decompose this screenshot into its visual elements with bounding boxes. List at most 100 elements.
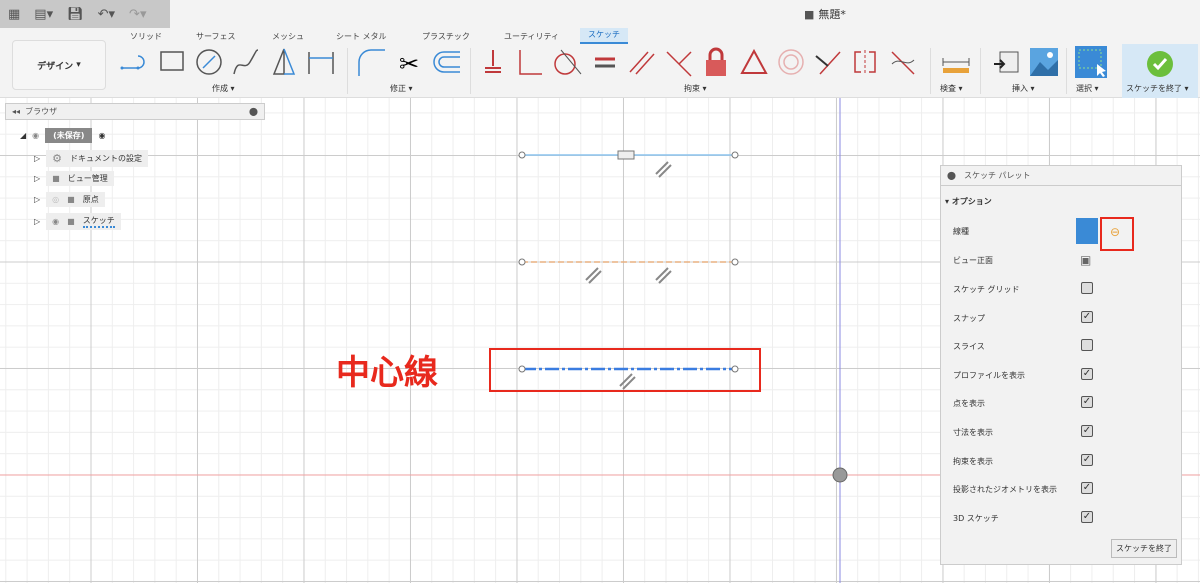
horizontal-constraint-icon (617, 150, 635, 160)
svg-text:✂: ✂ (399, 50, 419, 78)
coincident-icon[interactable] (663, 46, 695, 78)
midpoint-icon[interactable] (812, 46, 844, 78)
eye-icon[interactable]: ◉ (32, 131, 39, 140)
file-menu-icon[interactable]: ▤▾ (34, 7, 53, 22)
option-label: スケッチ グリッド (953, 285, 1020, 294)
symmetry-icon[interactable] (849, 46, 881, 78)
modify-menu[interactable]: 修正 ▾ (390, 83, 413, 94)
dimension-icon[interactable] (305, 46, 337, 78)
minimize-icon[interactable]: ⬤ (249, 107, 258, 116)
tab-sketch[interactable]: スケッチ (580, 28, 628, 44)
browser-item[interactable]: ▷ ⚙ ドキュメントの設定 (34, 150, 149, 167)
look-at-label: ビュー正面 (953, 256, 993, 265)
offset-icon[interactable] (430, 46, 462, 78)
apps-grid-icon[interactable]: ▦ (8, 7, 20, 22)
triangle-icon[interactable] (738, 46, 770, 78)
annotation-label: 中心線 (336, 353, 438, 393)
expand-icon[interactable]: ▷ (34, 217, 40, 226)
option-label: スライス (953, 342, 985, 352)
circle-icon[interactable] (193, 46, 225, 78)
select-menu[interactable]: 選択 ▾ (1076, 83, 1099, 94)
curvature-icon[interactable] (886, 46, 918, 78)
polygon-icon[interactable] (268, 46, 300, 78)
parallel-icon[interactable] (626, 46, 658, 78)
expand-icon[interactable]: ▷ (34, 174, 40, 183)
insert-image-icon[interactable] (1028, 46, 1060, 78)
eye-hidden-icon[interactable]: ◎ (52, 195, 59, 204)
workspace-dropdown[interactable]: デザイン ▾ (12, 40, 106, 90)
eye-icon[interactable]: ◉ (52, 217, 59, 226)
insert-derive-icon[interactable] (990, 46, 1022, 78)
checkmark-icon (1147, 51, 1173, 77)
option-label: 投影されたジオメトリを表示 (953, 485, 1057, 495)
option-checkbox[interactable]: ✓ (1081, 453, 1093, 466)
activate-radio-icon[interactable]: ◉ (98, 131, 105, 140)
tab-surface[interactable]: サーフェス (196, 31, 236, 42)
line-icon[interactable] (118, 46, 150, 78)
fillet-icon[interactable] (355, 46, 387, 78)
separator (1066, 48, 1067, 94)
trim-icon[interactable]: ✂ (393, 46, 425, 78)
browser-item[interactable]: ▷ ◉ ■ スケッチ (34, 213, 121, 230)
annotation-highlight-box (489, 348, 761, 392)
tab-sheet-metal[interactable]: シート メタル (336, 31, 387, 42)
origin-point (832, 467, 848, 483)
tab-utility[interactable]: ユーティリティ (504, 31, 559, 42)
folder-icon: ■ (67, 217, 75, 226)
parallel-constraint-icon (585, 267, 672, 284)
inspect-menu[interactable]: 検査 ▾ (940, 83, 963, 94)
option-checkbox[interactable]: ✓ (1081, 367, 1093, 380)
title-bar (170, 0, 1200, 28)
rectangle-icon[interactable] (156, 46, 188, 78)
measure-icon[interactable] (940, 46, 972, 78)
tangent-icon[interactable] (551, 46, 583, 78)
option-checkbox[interactable]: ✓ (1081, 396, 1093, 409)
construction-linetype-button[interactable]: ⊖ (1100, 217, 1134, 251)
insert-menu[interactable]: 挿入 ▾ (1012, 83, 1035, 94)
constraints-menu[interactable]: 拘束 ▾ (684, 83, 707, 94)
separator (347, 48, 348, 94)
normal-linetype-button[interactable] (1076, 218, 1098, 244)
browser-item[interactable]: ▷ ■ ビュー管理 (34, 171, 114, 186)
options-section[interactable]: ▾ オプション (945, 196, 992, 207)
select-icon[interactable] (1075, 46, 1107, 78)
ribbon: デザイン ▾ ソリッド サーフェス メッシュ シート メタル プラスチック ユー… (0, 28, 1200, 98)
expand-icon[interactable]: ▷ (34, 154, 40, 163)
undo-icon[interactable]: ↶▾ (98, 7, 115, 22)
perpendicular-icon[interactable] (514, 46, 546, 78)
quick-access-toolbar: ▦ ▤▾ 💾︎ ↶▾ ↷▾ (0, 0, 170, 28)
browser-item[interactable]: ▷ ◎ ■ 原点 (34, 192, 105, 207)
tab-solid[interactable]: ソリッド (130, 31, 162, 42)
option-checkbox[interactable]: ✓ (1081, 482, 1093, 495)
fix-constraint-icon[interactable] (477, 46, 509, 78)
save-icon[interactable]: 💾︎ (67, 7, 84, 22)
equal-icon[interactable] (589, 46, 621, 78)
option-checkbox[interactable]: ✓ (1081, 510, 1093, 523)
option-checkbox[interactable] (1081, 339, 1093, 352)
option-checkbox[interactable]: ✓ (1081, 425, 1093, 437)
tab-plastic[interactable]: プラスチック (422, 31, 470, 42)
gear-icon: ⚙ (52, 152, 63, 165)
browser-root[interactable]: ◢ ◉ (未保存) ◉ (20, 128, 105, 143)
root-component[interactable]: (未保存) (45, 128, 93, 143)
linetype-label: 線種 (953, 227, 969, 236)
spline-icon[interactable] (230, 46, 262, 78)
create-menu[interactable]: 作成 ▾ (212, 83, 235, 94)
lock-icon[interactable] (700, 46, 732, 78)
option-checkbox[interactable]: ✓ (1081, 310, 1093, 323)
concentric-icon[interactable] (775, 46, 807, 78)
redo-icon[interactable]: ↷▾ (129, 7, 146, 22)
tab-mesh[interactable]: メッシュ (272, 31, 304, 42)
finish-sketch-palette-button[interactable]: スケッチを終了 (1111, 539, 1177, 558)
expand-triangle-icon[interactable]: ◢ (20, 131, 26, 140)
separator (470, 48, 471, 94)
look-at-icon[interactable]: ▣ (1080, 253, 1091, 267)
minimize-icon[interactable]: ⬤ (947, 171, 956, 180)
construction-icon: ⊖ (1110, 225, 1121, 239)
option-checkbox[interactable] (1081, 282, 1093, 294)
option-label: 3D スケッチ (953, 513, 999, 523)
option-label: 寸法を表示 (953, 428, 993, 437)
finish-sketch-button[interactable]: スケッチを終了 ▾ (1122, 44, 1198, 98)
expand-icon[interactable]: ▷ (34, 195, 40, 204)
collapse-icon[interactable]: ◂◂ (12, 107, 20, 116)
